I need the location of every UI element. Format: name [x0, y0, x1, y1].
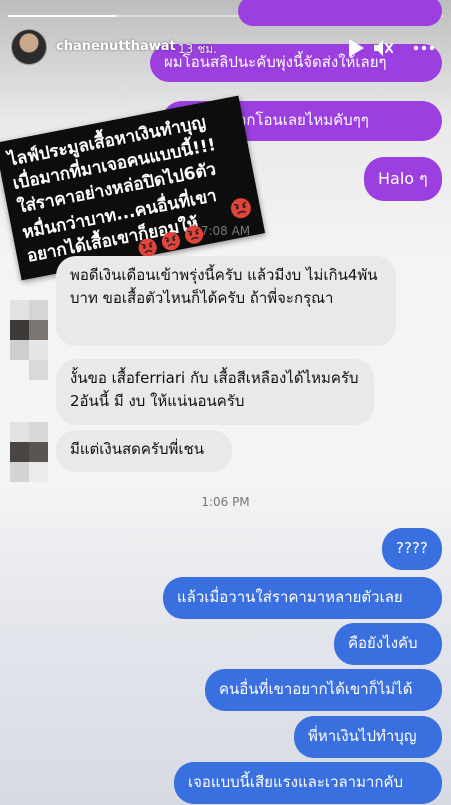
message-gray-2-text: งั้นขอ เสื้อferriari กับ เสื้อสีเหลืองได… [70, 369, 359, 410]
pixelated-avatar-2 [10, 422, 48, 482]
message-blue-6-text: เจอแบบนี้เสียแรงและเวลามากคับ [188, 773, 404, 791]
avatar[interactable] [11, 29, 47, 65]
text-sticker: ไลฟ์ประมูลเสื้อหาเงินทำบุญ เบื่อมากที่มา… [0, 95, 266, 281]
timestamp-2: 1:06 PM [201, 495, 250, 509]
story-progress-fill [8, 15, 117, 17]
story-screen: ผมโอนสลิปนะคับพุ่งนี้จัดส่งให้เลยๆ ถ้าไม… [0, 0, 451, 805]
message-purple-halo-text: Halo ๆ [378, 169, 428, 188]
message-blue-6: เจอแบบนี้เสียแรงและเวลามากคับ [174, 762, 442, 804]
timestamp-1: 7:08 AM [200, 224, 251, 238]
message-gray-3: มีแต่เงินสดครับพี่เชน [56, 430, 232, 472]
time-ago: 13 ชม. [178, 42, 217, 56]
play-icon[interactable] [345, 38, 367, 58]
message-blue-1-text: ???? [396, 539, 428, 557]
message-blue-5-text: พี่หาเงินไปทำบุญ [308, 727, 417, 745]
message-gray-1-text: พอดีเงินเดือนเข้าพรุ่งนี้ครับ แล้วมีงบ ไ… [70, 266, 378, 307]
partial-message-top [238, 0, 442, 26]
message-gray-3-text: มีแต่เงินสดครับพี่เชน [70, 440, 204, 458]
pixelated-avatar-1 [10, 300, 48, 380]
username[interactable]: chanenutthawat [56, 39, 176, 54]
angry-face-emoji-icon [230, 198, 251, 219]
message-gray-2: งั้นขอ เสื้อferriari กับ เสื้อสีเหลืองได… [56, 359, 374, 425]
message-blue-3-text: คือยังไงคับ [348, 634, 418, 652]
message-blue-2-text: แล้วเมื่อวานใส่ราคามาหลายตัวเลย [177, 588, 403, 606]
speaker-muted-icon[interactable] [372, 38, 394, 58]
message-blue-3: คือยังไงคับ [334, 623, 442, 665]
message-blue-4-text: คนอื่นที่เขาอยากได้เขาก็ไม่ได้ [219, 680, 413, 698]
message-blue-1: ???? [382, 528, 442, 570]
message-gray-1: พอดีเงินเดือนเข้าพรุ่งนี้ครับ แล้วมีงบ ไ… [56, 256, 396, 346]
message-purple-halo: Halo ๆ [364, 157, 442, 201]
message-blue-4: คนอื่นที่เขาอยากได้เขาก็ไม่ได้ [205, 669, 442, 711]
message-blue-5: พี่หาเงินไปทำบุญ [294, 716, 442, 758]
message-blue-2: แล้วเมื่อวานใส่ราคามาหลายตัวเลย [163, 577, 442, 619]
story-header: chanenutthawat 13 ชม. [0, 26, 451, 70]
more-icon[interactable] [410, 38, 438, 58]
